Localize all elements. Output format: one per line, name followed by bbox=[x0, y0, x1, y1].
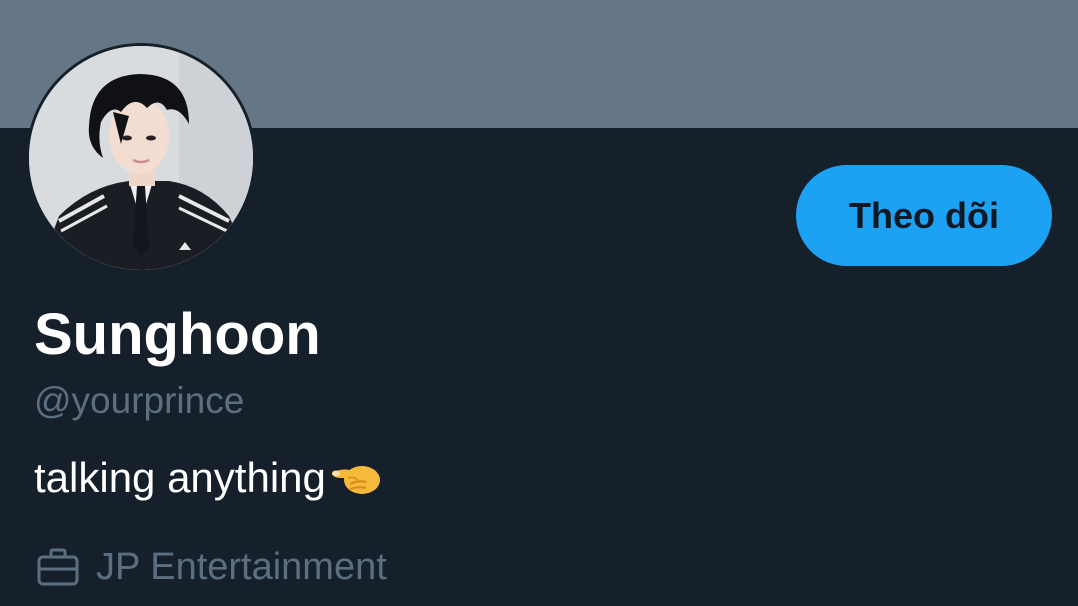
avatar[interactable] bbox=[26, 43, 256, 273]
follow-button[interactable]: Theo dõi bbox=[796, 165, 1052, 266]
display-name: Sunghoon bbox=[34, 302, 321, 367]
profile-page: Theo dõi Sunghoon @yourprince talking an… bbox=[0, 0, 1078, 606]
user-handle: @yourprince bbox=[34, 380, 245, 421]
pinching-hand-emoji-icon bbox=[331, 466, 380, 494]
profile-work: JP Entertainment bbox=[36, 543, 387, 591]
briefcase-icon bbox=[37, 548, 79, 586]
work-label: JP Entertainment bbox=[96, 546, 387, 588]
bio-text: talking anything bbox=[34, 454, 326, 501]
avatar-photo bbox=[29, 46, 253, 270]
profile-bio: talking anything bbox=[34, 451, 384, 505]
